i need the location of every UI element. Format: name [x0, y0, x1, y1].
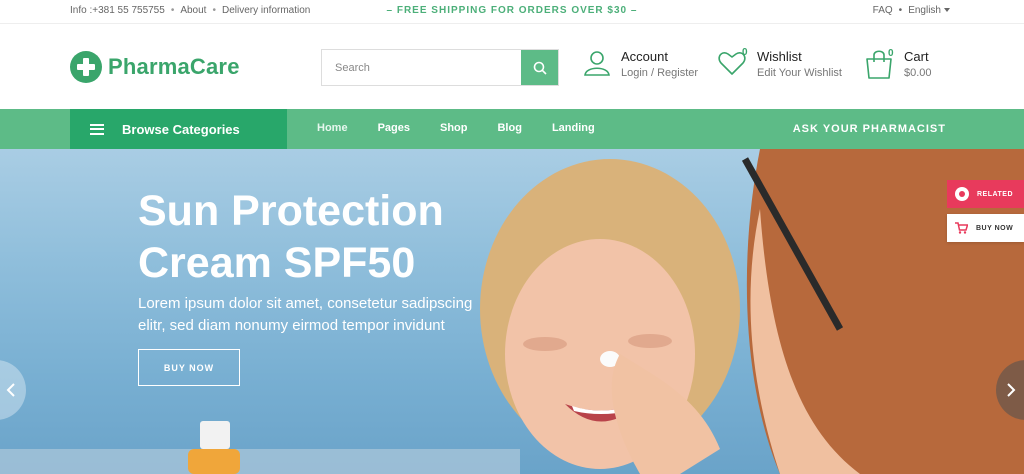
language-selector[interactable]: English	[908, 5, 950, 16]
wishlist-count-badge: 0	[742, 47, 748, 58]
logo[interactable]: PharmaCare	[70, 51, 240, 83]
nav-menu: Home Pages Shop Blog Landing	[317, 122, 625, 134]
top-bar: Info :+381 55 755755 • About • Delivery …	[0, 0, 1024, 24]
nav-item-blog[interactable]: Blog	[497, 122, 521, 134]
separator-dot: •	[898, 5, 903, 16]
related-icon	[955, 187, 969, 201]
site-header: PharmaCare Account Login / Register 0 Wi…	[0, 25, 1024, 109]
chevron-down-icon	[944, 8, 950, 13]
side-buy-now-button[interactable]: BUY NOW	[947, 214, 1024, 242]
chevron-right-icon	[1007, 383, 1016, 397]
wishlist-title: Wishlist	[757, 49, 802, 64]
cart-menu[interactable]: 0 Cart $0.00	[864, 48, 932, 79]
hero-title: Sun Protection Cream SPF50	[138, 187, 444, 287]
language-label: English	[908, 5, 941, 16]
nav-item-landing[interactable]: Landing	[552, 122, 595, 134]
hero-slider: Sun Protection Cream SPF50 Lorem ipsum d…	[0, 149, 1024, 474]
cart-icon	[955, 222, 968, 234]
pharmacy-cross-icon	[70, 51, 102, 83]
wishlist-menu[interactable]: 0 Wishlist Edit Your Wishlist	[717, 47, 842, 79]
browse-categories-label: Browse Categories	[122, 121, 240, 137]
hero-buy-now-button[interactable]: BUY NOW	[138, 349, 240, 386]
nav-item-shop[interactable]: Shop	[440, 122, 468, 134]
hamburger-menu-icon	[90, 123, 104, 135]
free-shipping-banner: – FREE SHIPPING FOR ORDERS OVER $30 –	[386, 5, 638, 16]
related-button[interactable]: RELATED	[947, 180, 1024, 208]
main-nav: Browse Categories Home Pages Shop Blog L…	[0, 109, 1024, 149]
user-icon	[584, 51, 610, 76]
chevron-left-icon	[6, 383, 15, 397]
search-input[interactable]	[322, 50, 521, 85]
top-bar-right: FAQ • English	[873, 5, 950, 16]
nav-item-pages[interactable]: Pages	[378, 122, 410, 134]
login-register-link[interactable]: Login / Register	[621, 67, 698, 79]
search-button[interactable]	[521, 50, 558, 85]
cart-total: $0.00	[904, 67, 932, 79]
account-title: Account	[621, 49, 668, 64]
cart-title: Cart	[904, 49, 929, 64]
side-buy-now-label: BUY NOW	[976, 224, 1014, 232]
account-menu[interactable]: Account Login / Register	[583, 49, 698, 79]
search-icon	[533, 61, 547, 75]
edit-wishlist-link[interactable]: Edit Your Wishlist	[757, 67, 842, 79]
faq-link[interactable]: FAQ	[873, 5, 893, 16]
nav-item-home[interactable]: Home	[317, 122, 348, 134]
hero-subtitle: Lorem ipsum dolor sit amet, consetetur s…	[138, 295, 473, 334]
browse-categories-button[interactable]: Browse Categories	[70, 109, 287, 149]
logo-text: PharmaCare	[108, 54, 240, 79]
related-label: RELATED	[977, 190, 1014, 198]
cart-count-badge: 0	[888, 48, 894, 59]
search-bar	[321, 49, 559, 86]
ask-pharmacist-link[interactable]: ASK YOUR PHARMACIST	[793, 123, 946, 135]
